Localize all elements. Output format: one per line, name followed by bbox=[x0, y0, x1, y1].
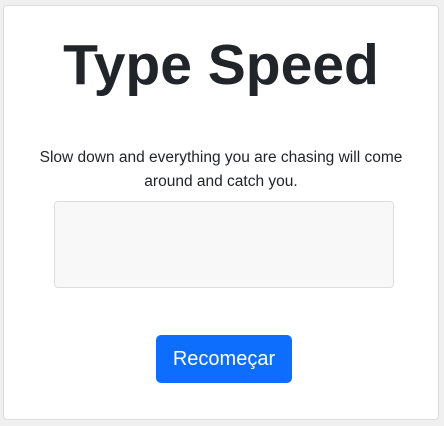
quote-text: Slow down and everything you are chasing… bbox=[39, 149, 403, 190]
typing-input[interactable] bbox=[54, 201, 394, 288]
page-title: Type Speed bbox=[63, 33, 379, 97]
restart-button[interactable]: Recomeçar bbox=[156, 335, 292, 383]
game-card: Type Speed Slow down and everything you … bbox=[3, 5, 439, 420]
